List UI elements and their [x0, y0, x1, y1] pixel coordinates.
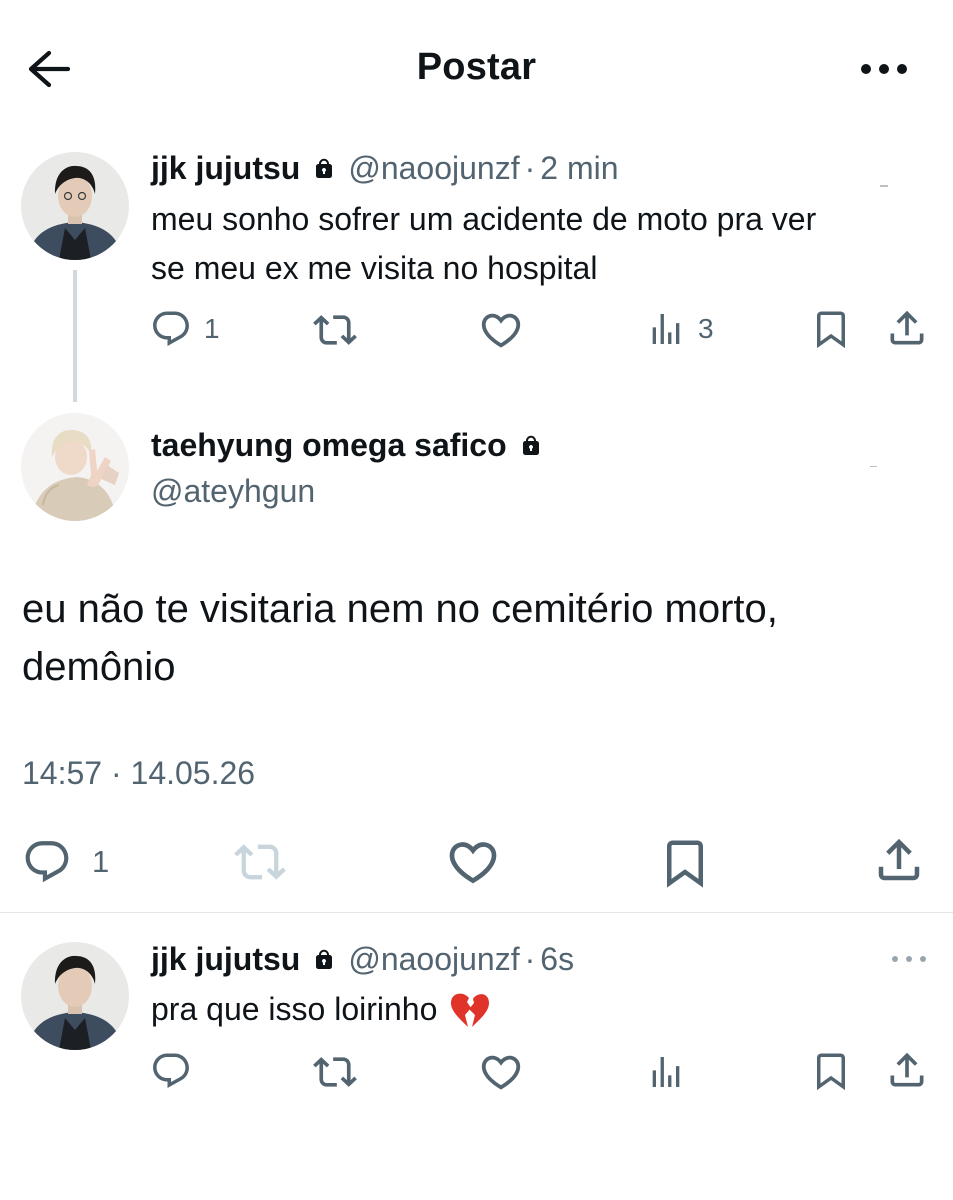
decorative-mark — [870, 466, 877, 467]
bar-chart-icon — [646, 309, 686, 349]
reply-count: 1 — [92, 844, 110, 879]
share-button[interactable] — [885, 1048, 929, 1092]
repost-button[interactable] — [313, 1050, 357, 1094]
top-bar: Postar — [0, 0, 953, 140]
post-time[interactable]: 2 min — [540, 150, 618, 187]
post-text: meu sonho sofrer um acidente de moto pra… — [151, 195, 816, 293]
share-button[interactable] — [872, 833, 926, 887]
more-options-icon[interactable] — [890, 952, 928, 966]
bookmark-button[interactable] — [658, 836, 712, 890]
repost-icon — [313, 308, 357, 352]
display-name[interactable]: jjk jujutsu — [151, 150, 300, 187]
handle-row: @ateyhgun — [151, 473, 315, 510]
avatar[interactable] — [21, 152, 129, 260]
broken-heart-icon — [449, 991, 491, 1029]
views-button[interactable]: 3 — [646, 309, 714, 349]
speech-bubble-icon — [150, 1050, 192, 1092]
avatar[interactable] — [21, 413, 129, 521]
share-button[interactable] — [885, 306, 929, 350]
display-name[interactable]: taehyung omega safico — [151, 427, 507, 464]
bookmark-icon — [810, 1050, 852, 1092]
bookmark-icon — [658, 836, 712, 890]
username-handle[interactable]: @ateyhgun — [151, 473, 315, 510]
avatar[interactable] — [21, 942, 129, 1050]
share-upload-icon — [872, 833, 926, 887]
like-button[interactable] — [445, 834, 501, 890]
speech-bubble-icon — [22, 837, 72, 887]
post-text: eu não te visitaria nem no cemitério mor… — [22, 580, 922, 696]
lock-icon — [312, 948, 336, 972]
post-header: jjk jujutsu @naoojunzf · 6s — [151, 941, 574, 978]
bookmark-button[interactable] — [810, 308, 852, 350]
more-options-icon[interactable] — [858, 58, 910, 80]
repost-button — [232, 836, 288, 888]
repost-icon — [232, 836, 288, 888]
views-button[interactable] — [646, 1052, 686, 1092]
separator-dot: · — [524, 941, 536, 977]
post-header: taehyung omega safico — [151, 427, 555, 464]
like-button[interactable] — [478, 307, 524, 353]
speech-bubble-icon — [150, 308, 192, 350]
reply-button[interactable]: 1 — [150, 308, 220, 350]
like-button[interactable] — [478, 1049, 524, 1095]
reply-button[interactable]: 1 — [22, 837, 109, 887]
post-time[interactable]: 6s — [540, 941, 574, 978]
display-name[interactable]: jjk jujutsu — [151, 941, 300, 978]
post-header: jjk jujutsu @naoojunzf · 2 min — [151, 150, 619, 187]
username-handle[interactable]: @naoojunzf — [348, 150, 519, 187]
bookmark-icon — [810, 308, 852, 350]
reply-button[interactable] — [150, 1050, 192, 1092]
share-upload-icon — [885, 1048, 929, 1092]
username-handle[interactable]: @naoojunzf — [348, 941, 519, 978]
post-text-line: demônio — [22, 645, 176, 689]
heart-icon — [445, 834, 501, 890]
repost-button[interactable] — [313, 308, 357, 352]
post-text-line: eu não te visitaria nem no cemitério mor… — [22, 587, 778, 631]
bar-chart-icon — [646, 1052, 686, 1092]
share-upload-icon — [885, 306, 929, 350]
lock-icon — [519, 434, 543, 458]
repost-icon — [313, 1050, 357, 1094]
post-text-line: pra que isso loirinho — [151, 991, 438, 1027]
post-timestamp[interactable]: 14:57 · 14.05.26 — [22, 755, 255, 792]
thread-connector-line — [73, 270, 77, 402]
post-text: pra que isso loirinho 💔 — [151, 985, 491, 1034]
heart-icon — [478, 307, 524, 353]
decorative-mark — [880, 185, 888, 187]
lock-icon — [312, 157, 336, 181]
views-count: 3 — [698, 313, 714, 344]
page-title: Postar — [416, 46, 537, 88]
reply-count: 1 — [204, 313, 220, 344]
post-text-line: meu sonho sofrer um acidente de moto pra… — [151, 201, 817, 237]
heart-icon — [478, 1049, 524, 1095]
post-text-line: se meu ex me visita no hospital — [151, 250, 598, 286]
divider — [0, 912, 953, 913]
separator-dot: · — [524, 150, 536, 186]
bookmark-button[interactable] — [810, 1050, 852, 1092]
